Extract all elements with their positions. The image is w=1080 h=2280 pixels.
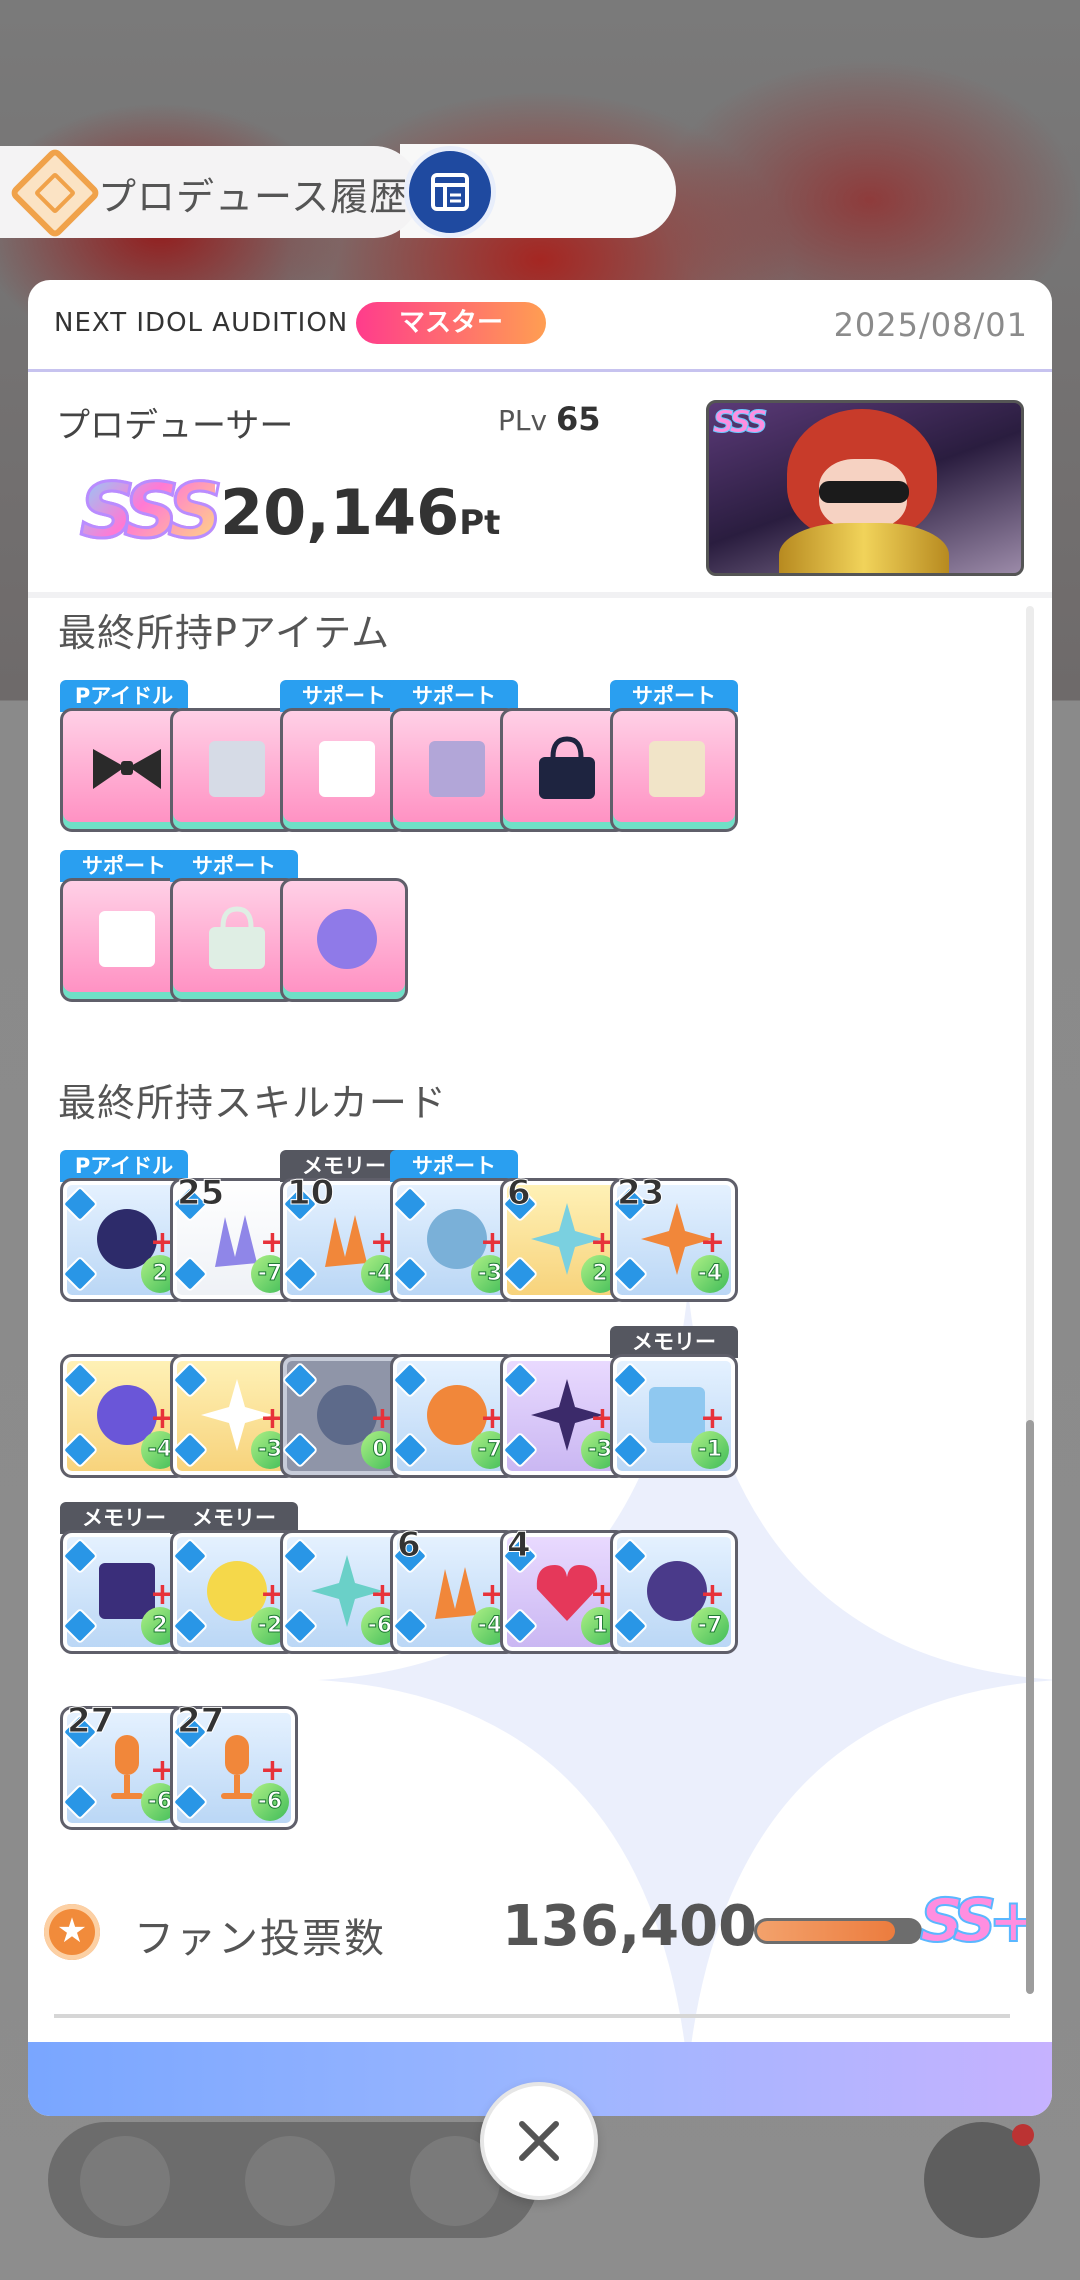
- skill-card[interactable]: + -3: [390, 1178, 518, 1302]
- flower-card-icon: [99, 911, 155, 967]
- producer-score: 20,146Pt: [220, 476, 500, 549]
- card-cost: -6: [251, 1783, 289, 1821]
- p-item[interactable]: [610, 708, 738, 832]
- skill-card[interactable]: + -2: [170, 1530, 298, 1654]
- nia-bag-icon: [209, 741, 265, 797]
- skill-card[interactable]: +23 -4: [610, 1173, 738, 1302]
- producer-label: プロデューサー: [56, 406, 294, 446]
- background-home-icon: [80, 2136, 170, 2226]
- skill-card[interactable]: +25 -7: [170, 1173, 298, 1302]
- skill-card[interactable]: +2: [60, 1530, 188, 1654]
- skill-card[interactable]: + -7: [610, 1530, 738, 1654]
- card-cost: -7: [691, 1607, 729, 1645]
- producer-level: PLv 65: [498, 400, 601, 438]
- skill-card[interactable]: +0: [280, 1354, 408, 1478]
- notification-dot: [1012, 2124, 1034, 2146]
- score-rank-badge: SSS: [79, 465, 225, 557]
- skill-card[interactable]: + -6: [280, 1530, 408, 1654]
- card-level: 23: [616, 1173, 665, 1214]
- portrait-jacket: [779, 523, 949, 573]
- skill-card[interactable]: + -3: [500, 1354, 628, 1478]
- fan-star-icon: ★: [44, 1904, 100, 1960]
- close-button[interactable]: [480, 2082, 598, 2200]
- card-level: 6: [507, 1173, 532, 1214]
- audition-date: 2025/08/01: [833, 306, 1028, 344]
- crystal-trophy-icon: [317, 909, 377, 969]
- handkerchief-icon: [319, 741, 375, 797]
- skill-card[interactable]: +4 1: [500, 1525, 628, 1654]
- fan-votes-value: 136,400: [502, 1894, 758, 1959]
- produce-history-label: プロデュース履歴: [98, 175, 409, 219]
- audition-header: NEXT IDOL AUDITION マスター 2025/08/01: [28, 280, 1052, 372]
- p-items-title: 最終所持Pアイテム: [58, 611, 391, 655]
- photo-frame-icon: [429, 741, 485, 797]
- skill-card[interactable]: +6 2: [500, 1173, 628, 1302]
- p-item[interactable]: [170, 878, 298, 1002]
- p-item[interactable]: [170, 708, 298, 832]
- idol-portrait[interactable]: SSS: [706, 400, 1024, 576]
- black-ribbon-icon: [93, 749, 161, 789]
- p-item[interactable]: [390, 708, 518, 832]
- scrollbar-thumb[interactable]: [1026, 1420, 1034, 1994]
- shopping-bag-icon: [209, 906, 265, 969]
- plv-value: 65: [555, 400, 601, 438]
- close-icon: [519, 2121, 559, 2161]
- skill-card[interactable]: +6 -4: [390, 1525, 518, 1654]
- portrait-sunglasses: [819, 481, 909, 503]
- skill-card[interactable]: + -7: [390, 1354, 518, 1478]
- p-item[interactable]: [280, 708, 408, 832]
- scrollbar[interactable]: [1026, 606, 1034, 1994]
- fan-votes-label: ファン投票数: [134, 1916, 386, 1962]
- audition-name: NEXT IDOL AUDITION: [54, 308, 349, 338]
- skill-card[interactable]: +2: [60, 1178, 188, 1302]
- skill-card[interactable]: +10 -4: [280, 1173, 408, 1302]
- skill-card[interactable]: + -3: [170, 1354, 298, 1478]
- skill-card[interactable]: + -4: [60, 1354, 188, 1478]
- portrait-rank-badge: SSS: [713, 405, 769, 441]
- p-item[interactable]: [60, 878, 188, 1002]
- nia-tote-bag-icon: [539, 736, 595, 799]
- card-level: 10: [286, 1173, 335, 1214]
- difficulty-badge: マスター: [356, 302, 546, 344]
- produce-history-panel: NEXT IDOL AUDITION マスター 2025/08/01 プロデュー…: [28, 280, 1052, 2116]
- plv-prefix: PLv: [498, 404, 548, 437]
- card-cost: -1: [691, 1431, 729, 1469]
- score-unit: Pt: [459, 503, 501, 543]
- p-item[interactable]: [280, 878, 408, 1002]
- card-level: 25: [176, 1173, 225, 1214]
- card-level: 27: [176, 1701, 225, 1742]
- card-level: 6: [397, 1525, 422, 1566]
- background-nav-icon: [245, 2136, 335, 2226]
- bottom-divider: [54, 2014, 1010, 2018]
- table-view-button[interactable]: [404, 146, 496, 238]
- section-divider: [28, 592, 1052, 598]
- card-level: 4: [507, 1525, 532, 1566]
- skill-card[interactable]: + -1: [610, 1354, 738, 1478]
- card-level: 27: [66, 1701, 115, 1742]
- p-item[interactable]: [60, 708, 188, 832]
- skill-card[interactable]: +27 -6: [60, 1701, 188, 1830]
- fan-votes-progress-fill: [757, 1921, 895, 1941]
- table-icon: [431, 173, 469, 211]
- card-cost: -4: [691, 1255, 729, 1293]
- score-value: 20,146: [220, 476, 460, 549]
- skill-card[interactable]: +27 -6: [170, 1701, 298, 1830]
- ramen-book-icon: [649, 741, 705, 797]
- fan-votes-progress: [754, 1918, 922, 1944]
- fan-votes-rank: SS+: [919, 1885, 1040, 1957]
- skill-cards-title: 最終所持スキルカード: [58, 1081, 447, 1125]
- p-item[interactable]: [500, 708, 628, 832]
